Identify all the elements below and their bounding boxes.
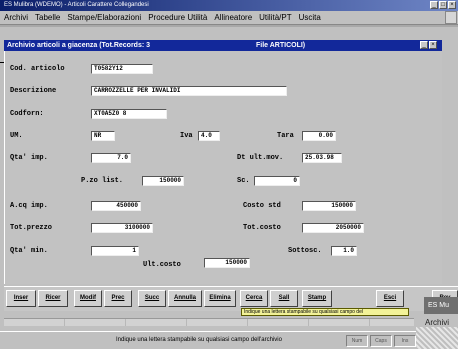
um-label: UM. [10,132,23,140]
app-title: ES Mulibra (WDEMO) - Articoli Carattere … [4,2,149,8]
sottoscorta-field[interactable]: 1.0 [331,246,357,256]
tot-prezzo-field[interactable]: 3100000 [91,223,153,233]
stampa-button[interactable]: Stamp [302,290,332,307]
um-field[interactable]: NR [91,131,115,141]
dt-ult-mov-label: Dt ult.mov. [237,154,284,162]
sc-label: Sc. [237,177,250,185]
acq-imp-label: A.cq imp. [10,202,48,210]
tot-prezzo-label: Tot.prezzo [10,224,53,232]
codforn-label: Codforn: [10,110,44,118]
codice-field[interactable]: T0582Y12 [91,64,153,74]
form-title-bar: Archivio articoli a giacenza (Tot.Record… [4,40,442,51]
cerca-button[interactable]: Cerca [240,290,268,307]
tara-label: Tara [277,132,294,140]
desktop-background [416,327,458,349]
precedente-button[interactable]: Prec [104,290,132,307]
dt-ult-mov-field[interactable]: 25.03.98 [302,153,342,163]
form-minimize-icon[interactable]: _ [420,41,428,49]
status-message: Indique una lettera stampabile su qualsi… [116,337,282,343]
window-controls: _ □ × [430,1,456,9]
iva-label: Iva [180,132,193,140]
app-title-bar: ES Mulibra (WDEMO) - Articoli Carattere … [0,0,458,11]
menu-stampe[interactable]: Stampe/Elaborazioni [67,13,141,22]
horizontal-scrollbar[interactable] [4,318,414,326]
form-title: Archivio articoli a giacenza (Tot.Record… [7,42,151,49]
pu-list-label: P.zo list. [81,177,124,185]
ult-costo-label: Ult.costo [143,261,181,269]
descrizione-label: Descrizione [10,87,57,95]
iva-field[interactable]: 4.0 [198,131,220,141]
costo-std-label: Costo std [243,202,281,210]
salta-button[interactable]: Sall [270,290,298,307]
desktop-archivi-label[interactable]: Archivi [425,318,449,327]
article-form: Cod. articolo T0582Y12 Descrizione CARRO… [4,51,442,284]
codforn-field[interactable]: XT0A5Z0 8 [91,109,167,119]
status-num: Num [346,335,368,347]
form-close-icon[interactable]: × [429,41,437,49]
acq-imp-field[interactable]: 450000 [91,201,141,211]
qta-imp-label: Qta' imp. [10,154,48,162]
modifica-button[interactable]: Modif [74,290,102,307]
menu-bar: Archivi Tabelle Stampe/Elaborazioni Proc… [0,11,458,25]
sc-field[interactable]: 0 [254,176,300,186]
field-tooltip: Indique una lettera stampabile su qualsi… [241,308,409,316]
menu-tabelle[interactable]: Tabelle [35,13,60,22]
elimina-button[interactable]: Elimina [204,290,236,307]
inserisci-button[interactable]: Inser [6,290,36,307]
form-window-controls: _ × [420,41,437,49]
ult-costo-field[interactable]: 150000 [204,258,250,268]
qta-min-label: Qta' min. [10,247,48,255]
codice-label: Cod. articolo [10,65,65,73]
sottoscorta-label: Sottosc. [288,247,322,255]
pu-list-field[interactable]: 150000 [142,176,184,186]
qta-imp-field[interactable]: 7.0 [91,153,131,163]
qta-min-field[interactable]: 1 [91,246,139,256]
window-corner-box [445,11,457,24]
status-caps: Caps [370,335,392,347]
close-icon[interactable]: × [448,1,456,9]
esci-button[interactable]: Esci [376,290,404,307]
menu-utilita[interactable]: Utilità/PT [259,13,291,22]
menu-allineatore[interactable]: Allineatore [214,13,252,22]
menu-uscita[interactable]: Uscita [299,13,321,22]
tot-costo-field[interactable]: 2050000 [302,223,364,233]
toolbar-strip [0,25,458,27]
menu-archivi[interactable]: Archivi [4,13,28,22]
successivo-button[interactable]: Succ [138,290,166,307]
maximize-icon[interactable]: □ [439,1,447,9]
annulla-button[interactable]: Annulla [168,290,202,307]
tara-field[interactable]: 0.00 [302,131,336,141]
ricerca-button[interactable]: Ricer [38,290,68,307]
form-file-label: File ARTICOLI) [256,42,306,49]
descrizione-field[interactable]: CARROZZELLE PER INVALIDI [91,86,287,96]
status-ins: Ins [394,335,416,347]
tot-costo-label: Tot.costo [243,224,281,232]
menu-procedure[interactable]: Procedure Utilità [148,13,207,22]
taskbar-window-button[interactable]: ES Mu [424,297,458,314]
minimize-icon[interactable]: _ [430,1,438,9]
costo-std-field[interactable]: 150000 [302,201,356,211]
